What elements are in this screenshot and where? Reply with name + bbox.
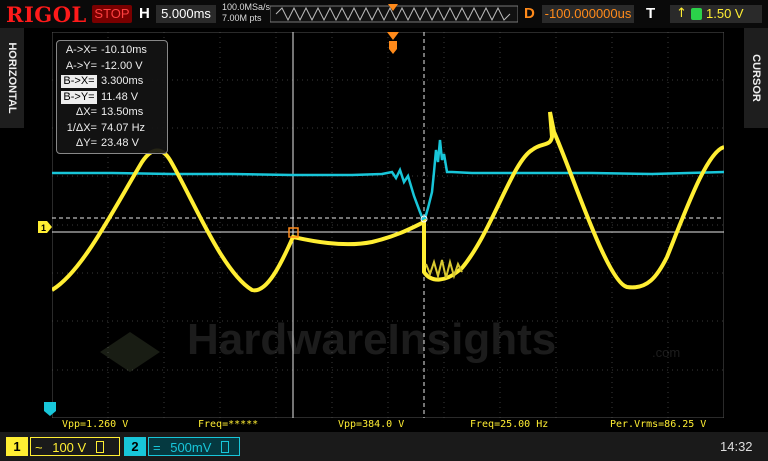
cursor-readout-row: A->Y= -12.00 V (61, 60, 143, 73)
svg-text:1: 1 (41, 223, 46, 233)
dc-coupling-icon: = (153, 440, 161, 455)
ch1-offset-marker[interactable]: 1 (38, 221, 52, 233)
ch2-scale: 500mV (170, 440, 212, 455)
memory-depth: 7.00M pts (222, 13, 262, 23)
delay-value[interactable]: -100.000000us (542, 5, 634, 23)
rigol-logo: RIGOL (6, 2, 87, 27)
cursor-menu-tab[interactable]: CURSOR (744, 28, 768, 128)
delay-label: D (524, 5, 535, 22)
cursor-readout-key: ΔX= (75, 106, 97, 118)
svg-text:.com: .com (652, 345, 680, 360)
ch2-freq-measurement: Freq=25.00 Hz (470, 419, 549, 430)
system-clock: 14:32 (720, 439, 753, 454)
cursor-readout-key: 1/ΔX= (66, 121, 97, 134)
cursor-readout-row: A->X= -10.10ms (61, 44, 147, 57)
trigger-level[interactable]: 1.50 V (706, 5, 744, 23)
horizontal-tab-label: HORIZONTAL (6, 42, 18, 114)
ch1-scale: 100 V (52, 440, 87, 455)
trigger-time-marker[interactable] (386, 32, 400, 56)
trigger-label: T (646, 5, 656, 22)
cursor-readout-row: B->Y= 11.48 V (61, 90, 139, 104)
horizontal-menu-tab[interactable]: HORIZONTAL (0, 28, 24, 128)
ch1-freq-measurement: Freq=***** (198, 419, 259, 430)
cursor-readout-row: B->X= 3.300ms (61, 75, 143, 88)
cursor-readout-value: 3.300ms (101, 75, 144, 87)
cursor-readout-key: A->Y= (65, 59, 97, 72)
cursor-readout-key: ΔY= (75, 137, 97, 149)
measurement-bar: Vpp=1.260 V Freq=***** Vpp=384.0 V Freq=… (0, 418, 768, 432)
horizontal-label: H (139, 5, 150, 22)
ch2-offset-marker[interactable] (44, 402, 56, 416)
cursor-readout-row: 1/ΔX= 74.07 Hz (61, 122, 145, 135)
cursor-readout-key: B->Y= (61, 90, 97, 104)
cursor-readout-key: B->X= (61, 75, 97, 88)
ac-coupling-icon: ~ (35, 440, 43, 455)
cursor-readout-row: ΔY= 23.48 V (61, 137, 139, 150)
ch2-scale-box[interactable]: = 500mV (148, 437, 240, 456)
ch2-button[interactable]: 2 (124, 437, 146, 456)
trigger-source-icon (691, 8, 702, 20)
memory-overview-strip[interactable] (270, 4, 518, 24)
ch1-scale-box[interactable]: ~ 100 V (30, 437, 120, 456)
ch2-vpp-measurement: Vpp=384.0 V (338, 419, 405, 430)
svg-text:HardwareInsights: HardwareInsights (187, 315, 556, 364)
battery-icon (221, 441, 230, 453)
vrms-measurement: Per.Vrms=86.25 V (610, 419, 707, 430)
ch1-button[interactable]: 1 (6, 437, 28, 456)
cursor-readout-value: -10.10ms (101, 44, 147, 56)
sample-rate: 100.0MSa/s (222, 2, 271, 12)
cursor-readout-value: 23.48 V (101, 137, 139, 149)
acquisition-info: 100.0MSa/s 7.00M pts (222, 2, 270, 24)
ch1-vpp-measurement: Vpp=1.260 V (62, 419, 129, 430)
timebase-value[interactable]: 5.000ms (156, 5, 216, 23)
cursor-tab-label: CURSOR (750, 54, 762, 102)
battery-icon (95, 441, 104, 453)
rising-edge-icon: ↑ (676, 6, 687, 21)
cursor-readout-panel: A->X= -10.10ms A->Y= -12.00 V B->X= 3.300ms B-… (56, 40, 168, 154)
cursor-readout-value: 11.48 V (101, 90, 139, 103)
cursor-readout-value: 74.07 Hz (101, 121, 146, 134)
cursor-readout-value: -12.00 V (101, 59, 143, 72)
cursor-readout-value: 13.50ms (101, 106, 144, 118)
run-stop-indicator[interactable]: STOP (92, 5, 132, 23)
cursor-readout-row: ΔX= 13.50ms (61, 106, 143, 119)
channel-status-bar: 1 ~ 100 V 2 = 500mV 14:32 (0, 432, 768, 461)
cursor-readout-key: A->X= (65, 44, 97, 56)
